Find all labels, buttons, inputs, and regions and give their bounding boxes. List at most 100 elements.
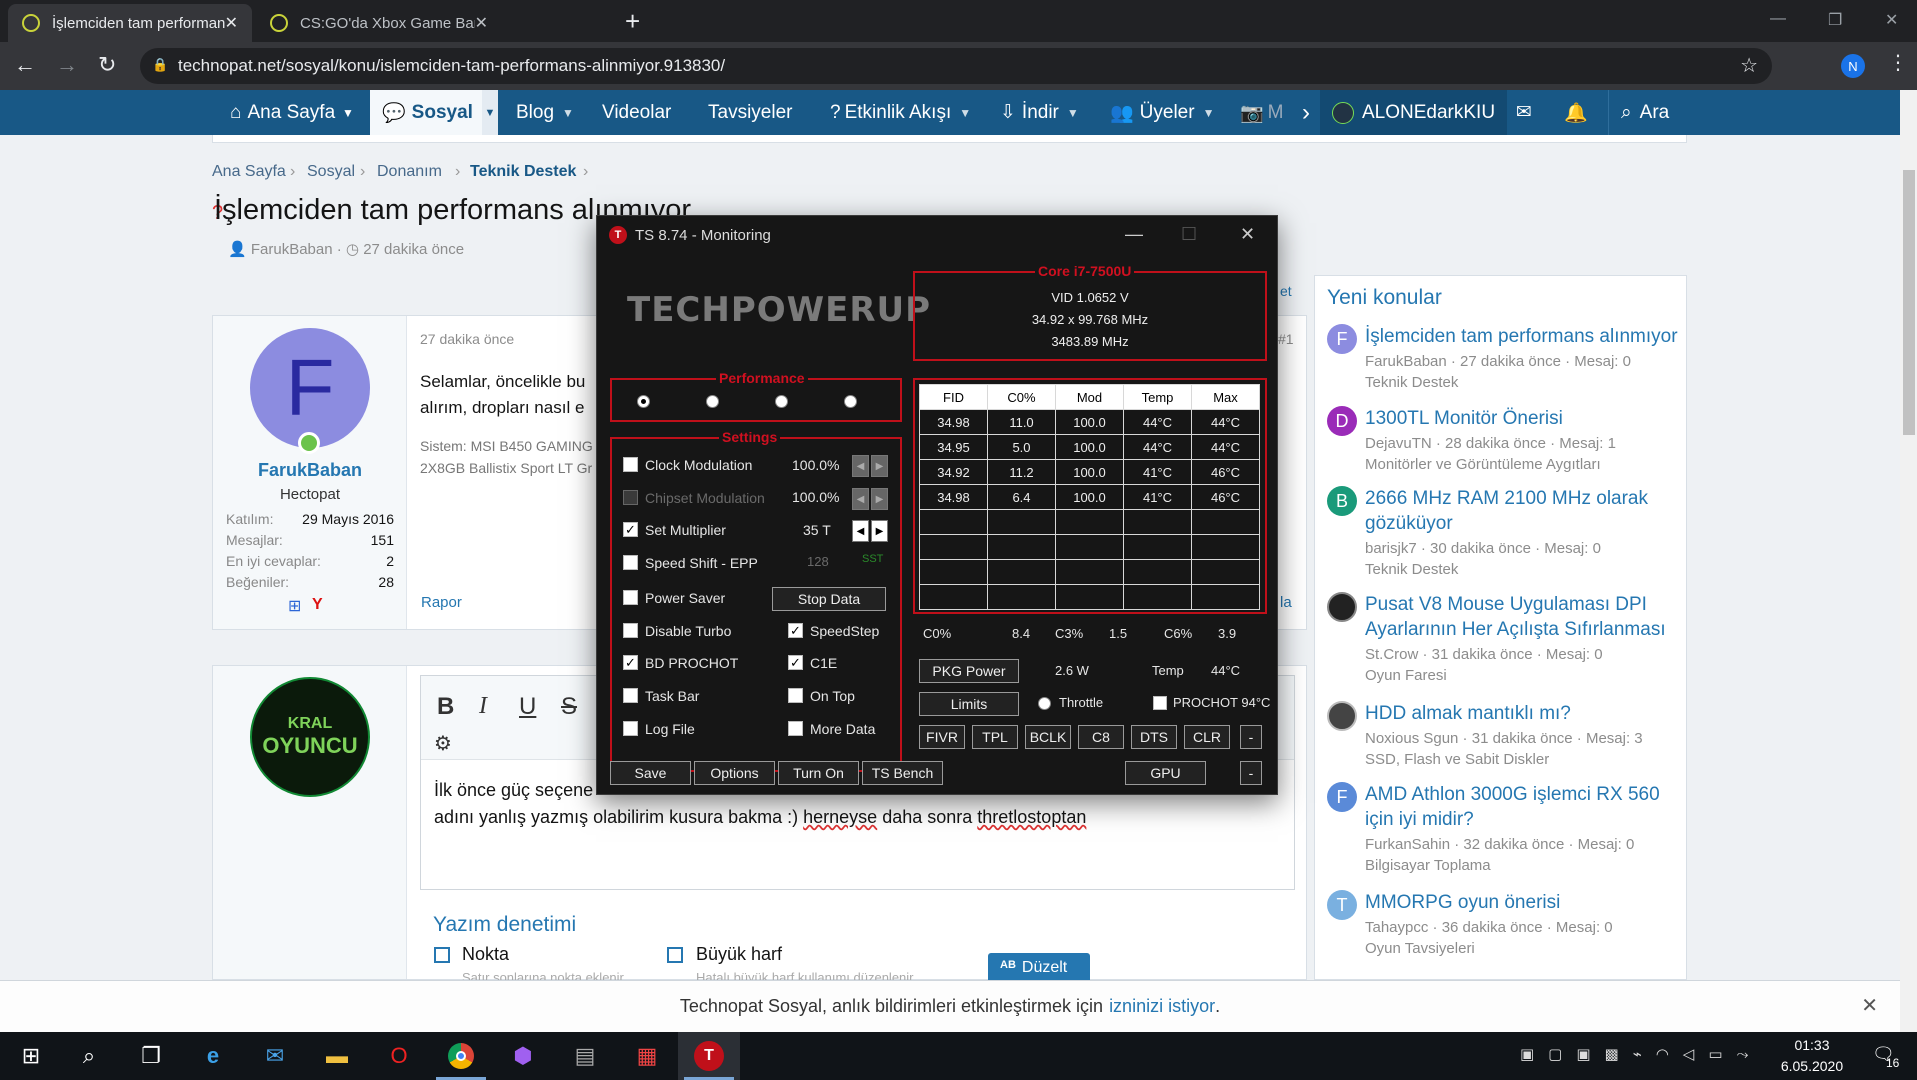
log-file-checkbox[interactable] xyxy=(623,721,638,736)
list-item[interactable]: Pusat V8 Mouse Uygulaması DPI Ayarlarını… xyxy=(1327,592,1682,688)
minimize-icon[interactable]: — xyxy=(1770,10,1786,28)
options-button[interactable]: Options xyxy=(694,761,775,785)
nav-sosyal[interactable]: 💬 Sosyal xyxy=(370,90,482,135)
envelope-icon[interactable]: ✉ xyxy=(1504,90,1544,135)
bold-icon[interactable]: B xyxy=(437,693,454,721)
avatar[interactable]: KRAL OYUNCU xyxy=(250,677,370,797)
fix-button[interactable]: AB Düzelt xyxy=(988,953,1090,980)
thread-link[interactable]: MMORPG oyun önerisi xyxy=(1365,890,1685,915)
breadcrumb-item[interactable]: Teknik Destek xyxy=(470,163,576,181)
avatar[interactable]: F xyxy=(250,328,370,448)
nav-etkinlik[interactable]: ? Etkinlik Akışı ▼ xyxy=(818,90,983,135)
reaction-link[interactable]: la xyxy=(1280,594,1292,611)
nav-uyeler[interactable]: 👥 Üyeler ▼ xyxy=(1098,90,1226,135)
nav-search[interactable]: ⌕ Ara xyxy=(1608,90,1681,135)
set-multiplier-checkbox[interactable]: ✓ xyxy=(623,522,638,537)
task-bar-checkbox[interactable] xyxy=(623,688,638,703)
opera-icon[interactable]: O xyxy=(368,1032,430,1080)
nav-indir[interactable]: ⇩ İndir ▼ xyxy=(988,90,1091,135)
c1e-checkbox[interactable]: ✓ xyxy=(788,655,803,670)
folder-icon[interactable]: ▬ xyxy=(306,1032,368,1080)
menu-icon[interactable]: ⋮ xyxy=(1888,50,1908,75)
bookmark-star-icon[interactable]: ☆ xyxy=(1740,53,1758,78)
limits-button[interactable]: Limits xyxy=(919,692,1019,716)
chipset-modulation-checkbox[interactable] xyxy=(623,490,638,505)
clock-date[interactable]: 6.05.2020 xyxy=(1772,1058,1852,1074)
profile-radio-1[interactable] xyxy=(637,395,650,408)
browser-tab[interactable]: CS:GO'da Xbox Game Bar'dan ka ✕ xyxy=(256,4,502,42)
checkbox[interactable] xyxy=(667,947,683,963)
nav-blog[interactable]: Blog ▼ xyxy=(504,90,586,135)
chrome-icon[interactable] xyxy=(430,1032,492,1080)
strikethrough-icon[interactable]: S xyxy=(561,693,577,721)
breadcrumb-item[interactable]: Sosyal xyxy=(307,163,355,181)
thread-link[interactable]: HDD almak mantıklı mı? xyxy=(1365,701,1685,726)
edge-icon[interactable]: e xyxy=(182,1032,244,1080)
list-item[interactable]: D 1300TL Monitör Önerisi DejavuTN · 28 d… xyxy=(1327,406,1682,476)
close-icon[interactable]: ✕ xyxy=(1240,224,1255,245)
list-item[interactable]: F AMD Athlon 3000G işlemci RX 560 için i… xyxy=(1327,782,1682,878)
nav-home[interactable]: ⌂ Ana Sayfa xyxy=(218,90,347,135)
profile-radio-2[interactable] xyxy=(706,395,719,408)
power-saver-checkbox[interactable] xyxy=(623,590,638,605)
nav-sosyal-dropdown[interactable]: ▼ xyxy=(482,90,498,135)
tpl-button[interactable]: TPL xyxy=(972,725,1018,749)
profile-radio-4[interactable] xyxy=(844,395,857,408)
c8-button[interactable]: C8 xyxy=(1078,725,1124,749)
breadcrumb-item[interactable]: Donanım xyxy=(377,163,442,181)
arrow-left-icon[interactable]: ◀ xyxy=(852,455,869,477)
on-top-checkbox[interactable] xyxy=(788,688,803,703)
underline-icon[interactable]: U xyxy=(519,693,536,721)
maximize-icon[interactable]: ☐ xyxy=(1181,224,1197,245)
back-icon[interactable]: ← xyxy=(14,52,36,78)
thread-link[interactable]: 2666 MHz RAM 2100 MHz olarak gözüküyor xyxy=(1365,486,1685,536)
bd-prochot-checkbox[interactable]: ✓ xyxy=(623,655,638,670)
tray-icons[interactable]: ▣▢▣▩⌁◠◁▭⤳ xyxy=(1520,1045,1763,1063)
ts-bench-button[interactable]: TS Bench xyxy=(862,761,943,785)
save-button[interactable]: Save xyxy=(610,761,691,785)
list-item[interactable]: B 2666 MHz RAM 2100 MHz olarak gözüküyor… xyxy=(1327,486,1682,582)
address-bar[interactable]: 🔒 technopat.net/sosyal/konu/islemciden-t… xyxy=(140,48,1772,84)
list-item[interactable]: HDD almak mantıklı mı? Noxious Sgun · 31… xyxy=(1327,701,1682,771)
arrow-left-icon[interactable]: ◀ xyxy=(852,520,869,542)
arrow-right-icon[interactable]: ▶ xyxy=(871,455,888,477)
nav-tavsiyeler[interactable]: Tavsiyeler xyxy=(696,90,804,135)
close-icon[interactable]: ✕ xyxy=(1861,993,1878,1018)
bell-icon[interactable]: 🔔 xyxy=(1552,90,1600,135)
winrar-icon[interactable]: ▦ xyxy=(616,1032,678,1080)
reload-icon[interactable]: ↻ xyxy=(98,52,116,78)
throttlestop-taskbar-icon[interactable]: T xyxy=(678,1032,740,1080)
checkbox[interactable] xyxy=(434,947,450,963)
arrow-right-icon[interactable]: ▶ xyxy=(871,520,888,542)
bclk-button[interactable]: BCLK xyxy=(1025,725,1071,749)
speed-shift-checkbox[interactable] xyxy=(623,555,638,570)
profile-radio-3[interactable] xyxy=(775,395,788,408)
dts-button[interactable]: DTS xyxy=(1131,725,1177,749)
clock-modulation-checkbox[interactable] xyxy=(623,457,638,472)
task-view-icon[interactable]: ❐ xyxy=(120,1032,182,1080)
clr-button[interactable]: CLR xyxy=(1184,725,1230,749)
gpu-button[interactable]: GPU xyxy=(1125,761,1206,785)
more-data-checkbox[interactable] xyxy=(788,721,803,736)
breadcrumb-item[interactable]: Ana Sayfa xyxy=(212,163,286,181)
thread-link[interactable]: AMD Athlon 3000G işlemci RX 560 için iyi… xyxy=(1365,782,1685,832)
collapse-button[interactable]: - xyxy=(1240,761,1262,785)
maximize-icon[interactable]: ❐ xyxy=(1828,10,1842,30)
nav-home-dropdown[interactable]: ▼ xyxy=(342,90,364,135)
list-item[interactable]: F İşlemciden tam performans alınmıyor Fa… xyxy=(1327,324,1682,394)
close-window-icon[interactable]: ✕ xyxy=(1885,10,1898,30)
nav-more-icon[interactable]: › xyxy=(1290,90,1322,135)
app-icon[interactable]: ⬢ xyxy=(492,1032,554,1080)
clock-time[interactable]: 01:33 xyxy=(1772,1037,1852,1053)
nav-user[interactable]: ALONEdarkKIU xyxy=(1320,90,1508,135)
app-icon[interactable]: ▤ xyxy=(554,1032,616,1080)
mail-icon[interactable]: ✉ xyxy=(244,1032,306,1080)
window-titlebar[interactable]: T TS 8.74 - Monitoring xyxy=(597,216,1277,254)
prochot-checkbox[interactable] xyxy=(1153,696,1167,710)
fivr-button[interactable]: FIVR xyxy=(919,725,965,749)
post-number[interactable]: #1 xyxy=(1278,331,1294,347)
new-tab-button[interactable]: + xyxy=(625,6,640,37)
search-icon[interactable]: ⌕ xyxy=(58,1032,120,1080)
collapse-button[interactable]: - xyxy=(1240,725,1262,749)
turn-on-button[interactable]: Turn On xyxy=(778,761,859,785)
